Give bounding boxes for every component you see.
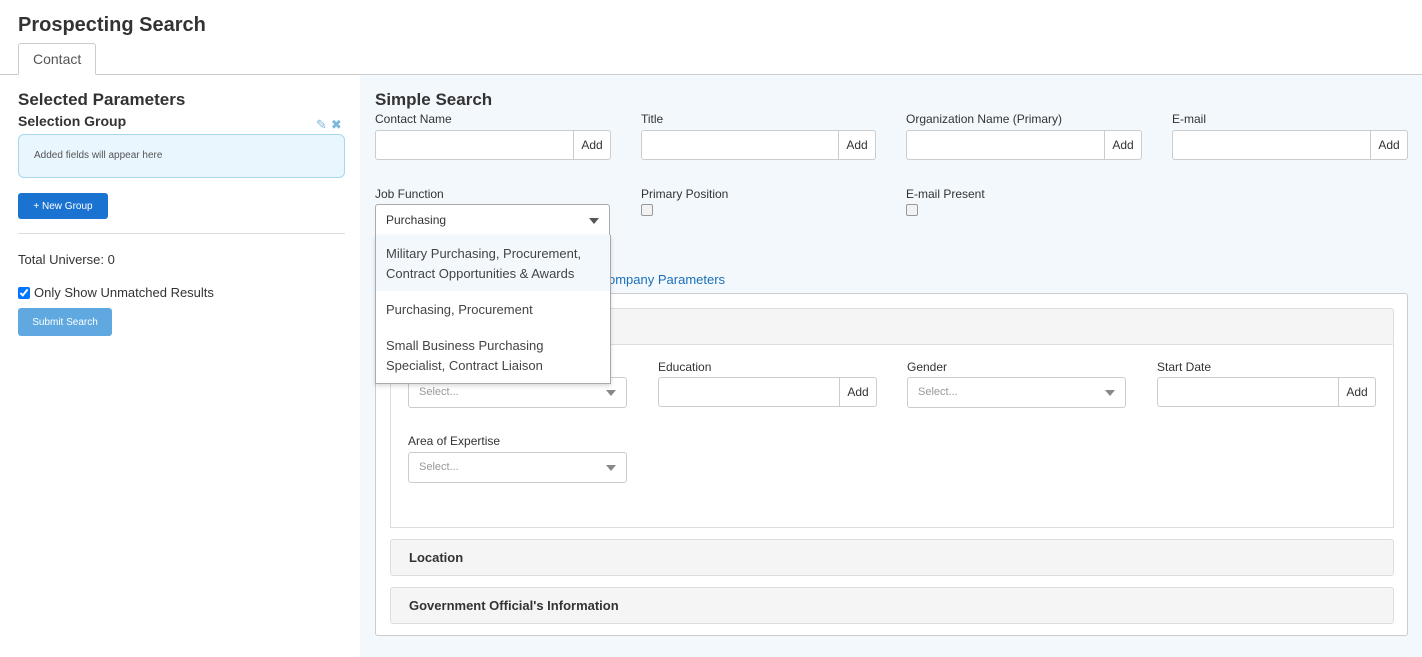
email-present-label: E-mail Present <box>906 187 985 201</box>
start-date-add-button[interactable]: Add <box>1338 378 1375 406</box>
company-parameters-link[interactable]: ompany Parameters <box>608 272 725 287</box>
selected-parameters-heading: Selected Parameters <box>18 90 186 109</box>
chevron-down-icon <box>606 390 616 396</box>
organization-name-label: Organization Name (Primary) <box>906 112 1063 126</box>
education-label: Education <box>658 360 712 374</box>
chevron-down-icon <box>1105 390 1115 396</box>
area-of-expertise-value: Select... <box>419 461 459 473</box>
job-function-option[interactable]: Military Purchasing, Procurement, Contra… <box>376 235 610 291</box>
title-add-button[interactable]: Add <box>838 131 875 159</box>
email-label: E-mail <box>1172 112 1207 126</box>
job-function-select[interactable]: Purchasing <box>375 204 610 236</box>
location-section-header[interactable]: Location <box>390 539 1394 576</box>
selection-group-title: Selection Group <box>18 113 127 129</box>
divider <box>18 233 345 234</box>
gender-label: Gender <box>907 360 948 374</box>
unmatched-results-checkbox[interactable] <box>18 286 30 299</box>
unmatched-results-label: Only Show Unmatched Results <box>34 285 214 300</box>
organization-name-add-button[interactable]: Add <box>1104 131 1141 159</box>
gender-select[interactable]: Select... <box>907 377 1126 408</box>
selection-group-dropzone: Added fields will appear here <box>18 134 345 178</box>
job-function-value: Purchasing <box>386 213 447 227</box>
job-function-option[interactable]: Small Business Purchasing Specialist, Co… <box>376 327 610 383</box>
edit-icon[interactable]: ✎ <box>316 117 327 132</box>
gender-value: Select... <box>918 386 958 398</box>
contact-name-add-button[interactable]: Add <box>573 131 610 159</box>
contact-name-input[interactable]: Add <box>375 130 611 160</box>
unmatched-results-toggle[interactable]: Only Show Unmatched Results <box>18 285 214 300</box>
job-function-dropdown: Military Purchasing, Procurement, Contra… <box>375 235 611 384</box>
email-present-checkbox[interactable] <box>906 204 918 216</box>
tab-contact[interactable]: Contact <box>18 43 97 75</box>
organization-name-input[interactable]: Add <box>906 130 1142 160</box>
chevron-down-icon <box>589 218 599 224</box>
submit-search-button[interactable]: Submit Search <box>18 308 112 336</box>
email-input[interactable]: Add <box>1172 130 1408 160</box>
page-title: Prospecting Search <box>18 14 206 36</box>
education-input[interactable]: Add <box>658 377 877 407</box>
total-universe: Total Universe: 0 <box>18 252 115 267</box>
chevron-down-icon <box>606 465 616 471</box>
job-function-label: Job Function <box>375 187 444 201</box>
simple-search-heading: Simple Search <box>375 90 493 109</box>
close-icon[interactable]: ✖ <box>331 117 342 132</box>
contact-name-label: Contact Name <box>375 112 452 126</box>
first-select-value: Select... <box>419 386 459 398</box>
primary-position-checkbox[interactable] <box>641 204 653 216</box>
job-function-option[interactable]: Purchasing, Procurement <box>376 291 610 327</box>
start-date-label: Start Date <box>1157 360 1212 374</box>
education-add-button[interactable]: Add <box>839 378 876 406</box>
title-label: Title <box>641 112 664 126</box>
selected-parameters-panel: Selected Parameters Selection Group ✎ ✖ A… <box>0 75 360 657</box>
email-add-button[interactable]: Add <box>1370 131 1407 159</box>
tab-bar: Contact <box>0 43 1422 75</box>
new-group-button[interactable]: + New Group <box>18 193 108 219</box>
area-of-expertise-label: Area of Expertise <box>408 434 501 448</box>
title-input[interactable]: Add <box>641 130 876 160</box>
start-date-input[interactable]: Add <box>1157 377 1376 407</box>
group-actions: ✎ ✖ <box>312 117 342 133</box>
government-official-section-header[interactable]: Government Official's Information <box>390 587 1394 624</box>
area-of-expertise-select[interactable]: Select... <box>408 452 627 483</box>
primary-position-label: Primary Position <box>641 187 729 201</box>
